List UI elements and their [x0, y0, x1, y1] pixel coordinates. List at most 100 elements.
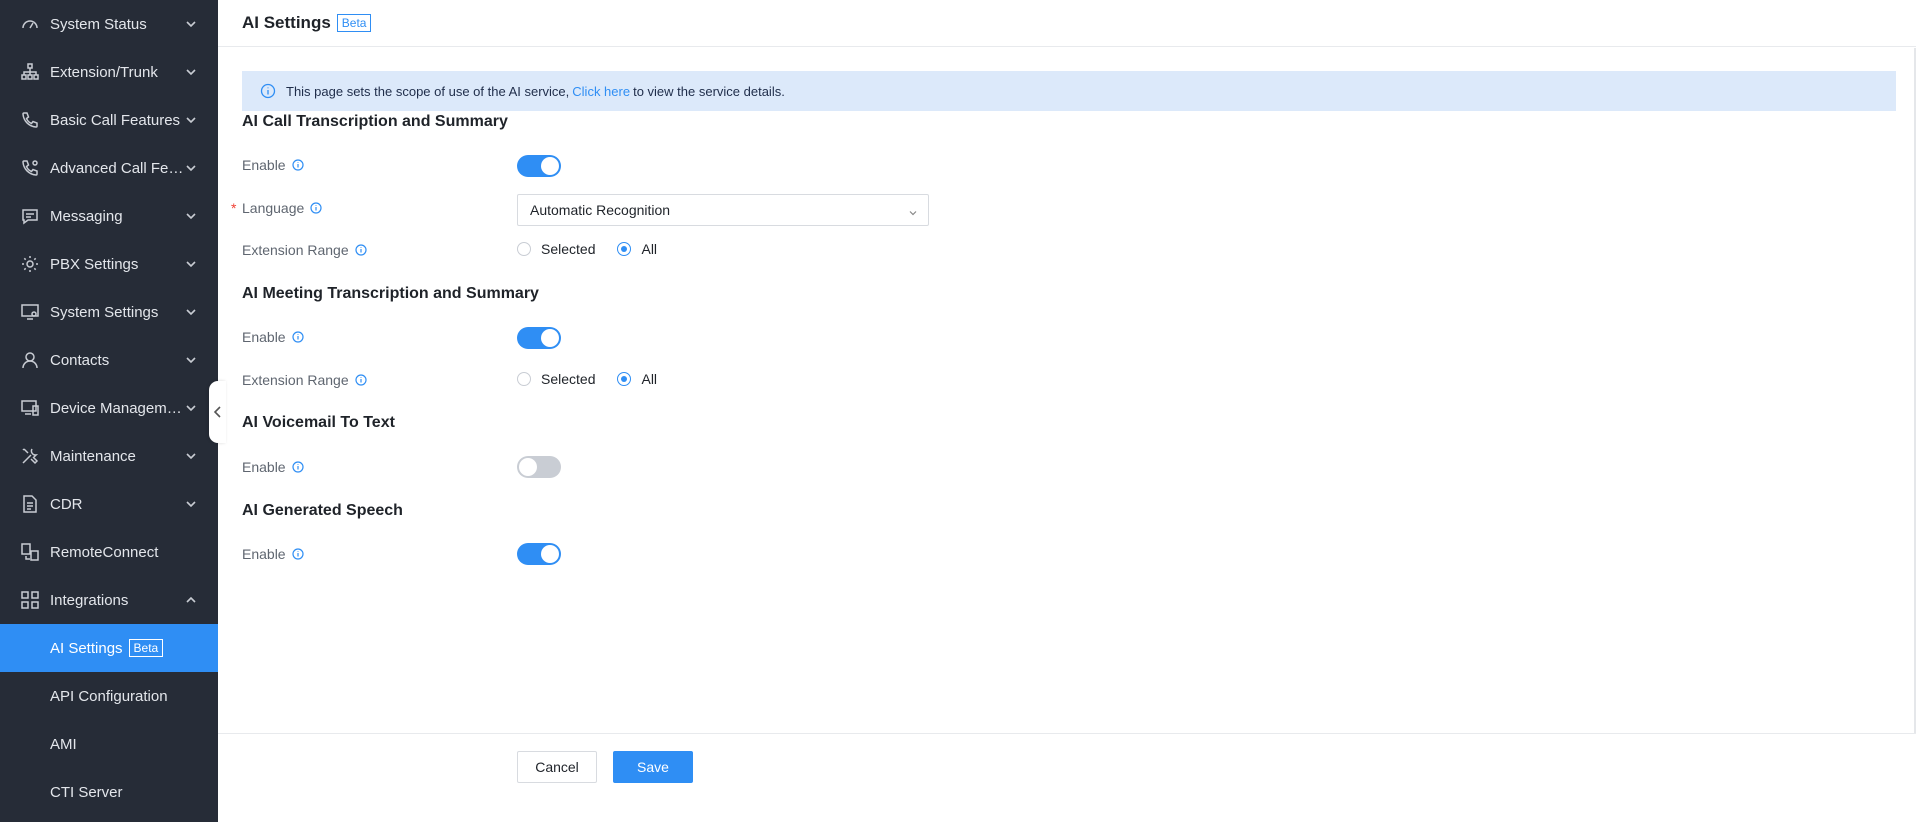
sidebar-item-label: System Status [50, 15, 147, 33]
help-icon[interactable] [310, 202, 322, 214]
help-icon[interactable] [291, 548, 304, 560]
sidebar-item-integrations[interactable]: Integrations [0, 576, 218, 624]
field-label-text: Enable [242, 546, 286, 562]
sidebar-subitem-label: CTI Server [50, 783, 123, 801]
toggle-knob [541, 157, 559, 175]
help-icon[interactable] [291, 461, 304, 473]
field-label-text: Extension Range [242, 372, 349, 388]
section-title-call: AI Call Transcription and Summary [242, 113, 508, 130]
sidebar-item-label: Extension/Trunk [50, 63, 158, 81]
speech-enable-label: Enable [242, 546, 304, 562]
help-icon[interactable] [291, 159, 304, 171]
chevron-down-icon [184, 497, 198, 511]
sidebar-subitem-label: AMI [50, 735, 77, 753]
document-icon [20, 494, 40, 514]
sidebar-item-system-status[interactable]: System Status [0, 0, 218, 48]
sidebar-item-basic-call-features[interactable]: Basic Call Features [0, 96, 218, 144]
language-label: * Language [231, 200, 322, 216]
meeting-enable-toggle[interactable] [517, 327, 561, 349]
gauge-icon [20, 14, 40, 34]
sidebar-item-messaging[interactable]: Messaging [0, 192, 218, 240]
sidebar-collapse-handle[interactable] [209, 381, 226, 443]
sidebar-item-label: Integrations [50, 591, 129, 609]
sidebar-item-cdr[interactable]: CDR [0, 480, 218, 528]
help-icon[interactable] [291, 331, 304, 343]
page-title: AI Settings [242, 13, 331, 32]
language-select[interactable]: Automatic Recognition [517, 194, 929, 226]
section-title-meeting: AI Meeting Transcription and Summary [242, 285, 539, 302]
field-label-text: Enable [242, 329, 286, 345]
call-enable-label: Enable [242, 157, 304, 173]
help-icon[interactable] [355, 244, 367, 256]
sidebar-item-label: Contacts [50, 351, 110, 369]
sidebar-item-system-settings[interactable]: System Settings [0, 288, 218, 336]
call-enable-toggle[interactable] [517, 155, 561, 177]
chevron-down-icon [184, 353, 198, 367]
chevron-down-icon [184, 401, 198, 415]
sidebar-item-device-management[interactable]: Device Management [0, 384, 218, 432]
sidebar-item-label: Messaging [50, 207, 123, 225]
chevron-down-icon [184, 305, 198, 319]
call-range-all-radio[interactable]: All [617, 241, 657, 257]
chevron-down-icon [908, 205, 918, 216]
banner-text-tail: to view the service details. [633, 83, 785, 99]
tools-icon [20, 446, 40, 466]
sidebar-item-contacts[interactable]: Contacts [0, 336, 218, 384]
meeting-range-all-radio[interactable]: All [617, 371, 657, 387]
radio-circle [617, 372, 632, 386]
toggle-knob [519, 458, 537, 476]
sidebar-subitem-ai-settings[interactable]: AI Settings Beta [0, 624, 218, 672]
sidebar-item-label: Device Management [50, 399, 184, 417]
chevron-down-icon [184, 209, 198, 223]
sidebar-item-advanced-call-features[interactable]: Advanced Call Feat... [0, 144, 218, 192]
meeting-extension-range-label: Extension Range [242, 372, 367, 388]
sidebar-item-label: Advanced Call Feat... [50, 159, 184, 177]
sidebar-item-maintenance[interactable]: Maintenance [0, 432, 218, 480]
sidebar-item-pbx-settings[interactable]: PBX Settings [0, 240, 218, 288]
beta-badge: Beta [128, 639, 164, 657]
save-button[interactable]: Save [613, 751, 693, 783]
sidebar-item-label: RemoteConnect [50, 543, 159, 561]
message-icon [20, 206, 40, 226]
call-extension-range-radios: Selected All [517, 241, 679, 257]
sidebar: System Status Extension/Trunk Basic Call… [0, 0, 218, 822]
phone-icon [20, 110, 40, 130]
sidebar-subitem-cti-server[interactable]: CTI Server [0, 768, 218, 816]
form-footer: Cancel Save [218, 733, 1916, 822]
cancel-button[interactable]: Cancel [517, 751, 597, 783]
sidebar-item-extension-trunk[interactable]: Extension/Trunk [0, 48, 218, 96]
meeting-range-selected-radio[interactable]: Selected [517, 371, 595, 387]
radio-label: Selected [541, 371, 596, 387]
speech-enable-toggle[interactable] [517, 543, 561, 565]
toggle-knob [541, 329, 559, 347]
sidebar-subitem-api-configuration[interactable]: API Configuration [0, 672, 218, 720]
chevron-up-icon [184, 593, 198, 607]
call-extension-range-label: Extension Range [242, 242, 367, 258]
remote-icon [20, 542, 40, 562]
sidebar-item-label: System Settings [50, 303, 159, 321]
info-icon [260, 83, 276, 99]
sidebar-item-label: Basic Call Features [50, 111, 181, 129]
sidebar-subitem-ami[interactable]: AMI [0, 720, 218, 768]
field-label-text: Language [242, 200, 305, 216]
toggle-knob [541, 545, 559, 563]
help-icon[interactable] [355, 374, 367, 386]
voicemail-enable-toggle[interactable] [517, 456, 561, 478]
field-label-text: Enable [242, 157, 286, 173]
person-icon [20, 350, 40, 370]
call-range-selected-radio[interactable]: Selected [517, 241, 595, 257]
banner-text: This page sets the scope of use of the A… [286, 83, 570, 99]
sidebar-subitem-label: API Configuration [50, 687, 168, 705]
field-label-text: Enable [242, 459, 286, 475]
radio-label: All [641, 241, 658, 257]
sidebar-subitem-label: AI Settings [50, 639, 123, 657]
network-icon [20, 62, 40, 82]
main-content: This page sets the scope of use of the A… [218, 48, 1916, 733]
chevron-down-icon [184, 113, 198, 127]
service-details-link[interactable]: Click here [572, 84, 630, 99]
radio-circle [517, 242, 531, 256]
sidebar-item-label: PBX Settings [50, 255, 139, 273]
meeting-enable-label: Enable [242, 329, 304, 345]
sidebar-item-remoteconnect[interactable]: RemoteConnect [0, 528, 218, 576]
grid-icon [20, 590, 40, 610]
